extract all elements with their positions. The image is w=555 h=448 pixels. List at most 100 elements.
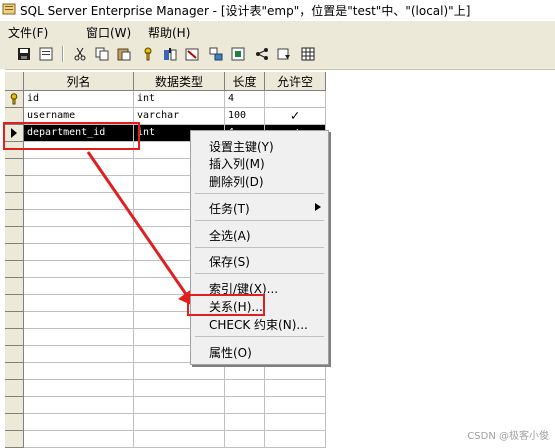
row-selector[interactable] [5,312,24,329]
context-menu: 设置主键(Y) 插入列(M) 删除列(D) 任务(T) 全选(A) 保存(S) … [190,130,329,365]
empty-cell[interactable] [24,193,134,210]
empty-cell[interactable] [225,414,265,431]
watermark: CSDN @极客小俊 [467,431,549,442]
row-selector-header [5,72,24,91]
row-selector[interactable] [5,227,24,244]
grid-icon[interactable] [298,44,318,64]
row-selector[interactable] [5,295,24,312]
table-row[interactable]: id int 4 [5,91,326,108]
menu-set-primary-key[interactable]: 设置主键(Y) [209,138,274,155]
empty-cell[interactable] [265,380,326,397]
row-selector[interactable] [5,397,24,414]
empty-cell[interactable] [24,363,134,380]
empty-cell[interactable] [134,363,225,380]
row-selector[interactable] [5,431,24,448]
empty-cell[interactable] [225,397,265,414]
menu-insert-column[interactable]: 插入列(M) [209,155,265,172]
relationship-icon[interactable] [206,44,226,64]
empty-cell[interactable] [24,380,134,397]
cut-icon[interactable] [70,44,90,64]
paste-icon[interactable] [114,44,134,64]
empty-cell[interactable] [24,312,134,329]
insert-column-icon[interactable] [160,44,180,64]
empty-cell[interactable] [24,397,134,414]
key-icon[interactable] [138,44,158,64]
row-selector[interactable] [5,244,24,261]
empty-cell[interactable] [265,431,326,448]
row-selector[interactable] [5,380,24,397]
row-selector[interactable] [5,414,24,431]
row-selector[interactable] [5,363,24,380]
row-selector[interactable] [5,329,24,346]
row-selector[interactable] [5,210,24,227]
empty-table-row[interactable] [5,397,326,414]
empty-cell[interactable] [265,397,326,414]
row-selector[interactable] [5,176,24,193]
empty-cell[interactable] [225,431,265,448]
empty-cell[interactable] [24,346,134,363]
cell-length[interactable]: 100 [225,108,265,125]
empty-cell[interactable] [24,176,134,193]
empty-cell[interactable] [225,380,265,397]
empty-cell[interactable] [134,414,225,431]
menu-help[interactable]: 帮助(H) [148,24,190,41]
script-icon[interactable] [274,44,294,64]
empty-cell[interactable] [134,380,225,397]
row-selector[interactable] [5,193,24,210]
menu-properties[interactable]: 属性(O) [209,344,252,361]
empty-cell[interactable] [134,397,225,414]
column-header-type[interactable]: 数据类型 [134,72,225,91]
cell-type[interactable]: varchar [134,108,225,125]
empty-table-row[interactable] [5,380,326,397]
column-header-length[interactable]: 长度 [225,72,265,91]
row-selector[interactable] [5,278,24,295]
index-icon[interactable] [228,44,248,64]
cell-nullable[interactable]: ✓ [265,108,326,125]
empty-cell[interactable] [24,244,134,261]
empty-table-row[interactable] [5,414,326,431]
highlight-box-column [3,122,140,150]
empty-cell[interactable] [134,431,225,448]
row-selector[interactable] [5,159,24,176]
cell-name[interactable]: id [24,91,134,108]
empty-cell[interactable] [24,227,134,244]
properties-icon[interactable] [36,44,56,64]
cell-nullable[interactable] [265,91,326,108]
cell-type[interactable]: int [134,91,225,108]
copy-icon[interactable] [92,44,112,64]
column-header-nullable[interactable]: 允许空 [265,72,326,91]
menu-window[interactable]: 窗口(W) [86,24,131,41]
title-bar: SQL Server Enterprise Manager - [设计表"emp… [0,0,555,20]
column-header-name[interactable]: 列名 [24,72,134,91]
empty-cell[interactable] [24,295,134,312]
cell-length[interactable]: 4 [225,91,265,108]
row-selector[interactable] [5,261,24,278]
empty-table-row[interactable] [5,431,326,448]
empty-cell[interactable] [265,363,326,380]
menu-tasks[interactable]: 任务(T) [209,200,250,217]
highlight-box-relationships [187,294,265,316]
menu-divider [195,273,324,274]
menu-divider [195,220,324,221]
empty-cell[interactable] [225,363,265,380]
empty-cell[interactable] [24,414,134,431]
constraint-icon[interactable] [252,44,272,64]
menu-divider [195,193,324,194]
save-icon[interactable] [14,44,34,64]
menu-select-all[interactable]: 全选(A) [209,227,251,244]
empty-cell[interactable] [265,414,326,431]
row-selector[interactable] [5,91,24,108]
empty-cell[interactable] [24,278,134,295]
menu-delete-column[interactable]: 删除列(D) [209,173,264,190]
row-selector[interactable] [5,346,24,363]
menu-file[interactable]: 文件(F) [8,24,48,41]
empty-table-row[interactable] [5,363,326,380]
delete-column-icon[interactable] [182,44,202,64]
empty-cell[interactable] [24,210,134,227]
empty-cell[interactable] [24,329,134,346]
menu-check-constraints[interactable]: CHECK 约束(N)... [209,316,308,333]
empty-cell[interactable] [24,159,134,176]
menu-save[interactable]: 保存(S) [209,253,250,270]
empty-cell[interactable] [24,431,134,448]
empty-cell[interactable] [24,261,134,278]
